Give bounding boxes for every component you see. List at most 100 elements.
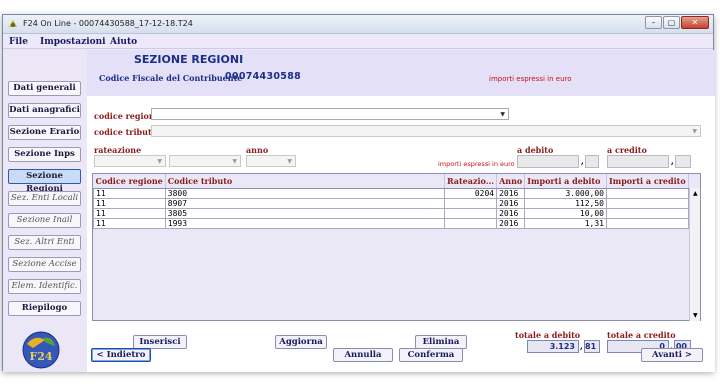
indietro-button[interactable]: < Indietro (91, 348, 151, 362)
chevron-down-icon: ▼ (157, 158, 162, 165)
main-panel: SEZIONE REGIONI Codice Fiscale del Contr… (87, 50, 715, 372)
col-importi-credito[interactable]: Importi a credito (606, 174, 689, 189)
aggiorna-button[interactable]: Aggiorna (275, 335, 327, 349)
currency-note: importi espressi in euro (489, 75, 572, 83)
sidebar-item-enti-locali[interactable]: Sez. Enti Locali (8, 191, 81, 206)
cell-codice-regione: 11 (93, 187, 166, 199)
totale-credito-label: totale a credito (607, 330, 676, 340)
sidebar-item-elem-identific[interactable]: Elem. Identific. (8, 279, 81, 294)
col-codice-regione[interactable]: Codice regione (93, 174, 166, 189)
chevron-down-icon: ▼ (232, 158, 237, 165)
scroll-up-icon[interactable]: ▲ (693, 190, 698, 197)
cell-codice-tributo: 3805 (164, 207, 445, 219)
cell-importo-credito (606, 187, 689, 199)
cell-codice-tributo: 8907 (164, 197, 445, 209)
conferma-button[interactable]: Conferma (399, 348, 463, 362)
cell-anno: 2016 (496, 197, 526, 209)
rateazione-select-2[interactable]: ▼ (169, 155, 241, 167)
sidebar-item-sezione-inps[interactable]: Sezione Inps (8, 147, 81, 162)
rateazione-select-1[interactable]: ▼ (94, 155, 166, 167)
section-header: SEZIONE REGIONI Codice Fiscale del Contr… (87, 50, 715, 96)
cell-rateazione: 0204 (443, 187, 498, 199)
tributi-table[interactable]: Codice regione Codice tributo Rateazio..… (92, 173, 701, 321)
codice-tributo-select[interactable]: ▼ (151, 125, 701, 137)
a-credito-int-field[interactable] (607, 155, 669, 168)
sidebar-item-dati-generali[interactable]: Dati generali (8, 81, 81, 96)
cell-rateazione (443, 197, 498, 209)
cell-importo-debito: 3.000,00 (524, 187, 607, 199)
anno-label: anno (246, 145, 269, 155)
cell-codice-tributo: 3800 (164, 187, 445, 199)
sidebar-item-dati-anagrafici[interactable]: Dati anagrafici (8, 103, 81, 118)
menu-bar: File Impostazioni Aiuto (3, 35, 713, 49)
codice-tributo-label: codice tributo (94, 127, 157, 137)
maximize-button[interactable]: ▢ (663, 16, 680, 29)
app-window: F24 On Line - 00074430588_17-12-18.T24 –… (2, 14, 715, 372)
totale-debito-label: totale a debito (515, 330, 581, 340)
cell-importo-debito: 10,00 (524, 207, 607, 219)
sidebar-item-sezione-accise[interactable]: Sezione Accise (8, 257, 81, 272)
sidebar: Dati generali Dati anagrafici Sezione Er… (3, 50, 87, 372)
a-debito-dec-field[interactable] (585, 155, 599, 168)
page-title: SEZIONE REGIONI (134, 53, 244, 66)
cell-importo-credito (606, 207, 689, 219)
anno-select[interactable]: ▼ (246, 155, 296, 167)
small-currency-note: importi espressi in euro (438, 160, 515, 168)
cell-codice-regione: 11 (93, 217, 166, 229)
a-debito-int-field[interactable] (517, 155, 579, 168)
chevron-down-icon: ▼ (500, 111, 505, 118)
rateazione-label: rateazione (94, 145, 142, 155)
a-credito-label: a credito (607, 145, 647, 155)
a-credito-comma: , (671, 156, 674, 166)
totale-debito-dec: 81 (584, 340, 600, 353)
codice-regione-label: codice regione (94, 111, 160, 121)
col-rateazione[interactable]: Rateazio... (444, 174, 498, 189)
cell-importo-credito (606, 197, 689, 209)
cell-anno: 2016 (496, 207, 526, 219)
cell-anno: 2016 (496, 217, 526, 229)
menu-aiuto[interactable]: Aiuto (110, 37, 137, 47)
inserisci-button[interactable]: Inserisci (133, 335, 187, 349)
a-credito-dec-field[interactable] (675, 155, 691, 168)
table-header-row: Codice regione Codice tributo Rateazio..… (93, 174, 689, 189)
codice-fiscale-value: 00074430588 (225, 71, 302, 82)
menu-impostazioni[interactable]: Impostazioni (40, 37, 106, 47)
annulla-button[interactable]: Annulla (333, 348, 393, 362)
avanti-button[interactable]: Avanti > (641, 348, 703, 362)
table-scrollbar[interactable]: ▲ ▼ (689, 188, 700, 321)
col-anno[interactable]: Anno (496, 174, 526, 189)
close-button[interactable]: ✕ (681, 16, 709, 29)
table-row[interactable]: 11 3805 2016 10,00 (93, 207, 689, 219)
table-row[interactable]: 11 1993 2016 1,31 (93, 217, 689, 229)
table-row[interactable]: 11 3800 0204 2016 3.000,00 (93, 187, 689, 199)
totale-debito-int: 3.123 (527, 340, 579, 353)
cell-anno: 2016 (496, 187, 526, 199)
scroll-down-icon[interactable]: ▼ (693, 312, 698, 319)
col-importi-debito[interactable]: Importi a debito (524, 174, 607, 189)
cell-importo-debito: 112,50 (524, 197, 607, 209)
minimize-button[interactable]: – (645, 16, 662, 29)
chevron-down-icon: ▼ (692, 128, 697, 135)
f24-logo: F24 (22, 331, 60, 369)
elimina-button[interactable]: Elimina (415, 335, 467, 349)
sidebar-item-sezione-erario[interactable]: Sezione Erario (8, 125, 81, 140)
menu-file[interactable]: File (9, 37, 28, 47)
title-bar: F24 On Line - 00074430588_17-12-18.T24 –… (3, 15, 713, 34)
sidebar-item-altri-enti[interactable]: Sez. Altri Enti (8, 235, 81, 250)
cell-codice-regione: 11 (93, 207, 166, 219)
cell-codice-regione: 11 (93, 197, 166, 209)
codice-regione-select[interactable]: ▼ (151, 108, 509, 120)
window-title: F24 On Line - 00074430588_17-12-18.T24 (23, 19, 193, 28)
col-codice-tributo[interactable]: Codice tributo (165, 174, 445, 189)
totale-debito-comma: , (580, 341, 583, 351)
app-logo-icon (9, 20, 17, 27)
codice-fiscale-label: Codice Fiscale del Contribuente (99, 73, 243, 83)
sidebar-item-sezione-inail[interactable]: Sezione Inail (8, 213, 81, 228)
sidebar-item-riepilogo[interactable]: Riepilogo (8, 301, 81, 316)
cell-importo-debito: 1,31 (524, 217, 607, 229)
cell-rateazione (443, 217, 498, 229)
cell-codice-tributo: 1993 (164, 217, 445, 229)
a-debito-comma: , (581, 156, 584, 166)
sidebar-item-sezione-regioni[interactable]: Sezione Regioni (8, 169, 81, 194)
table-row[interactable]: 11 8907 2016 112,50 (93, 197, 689, 209)
